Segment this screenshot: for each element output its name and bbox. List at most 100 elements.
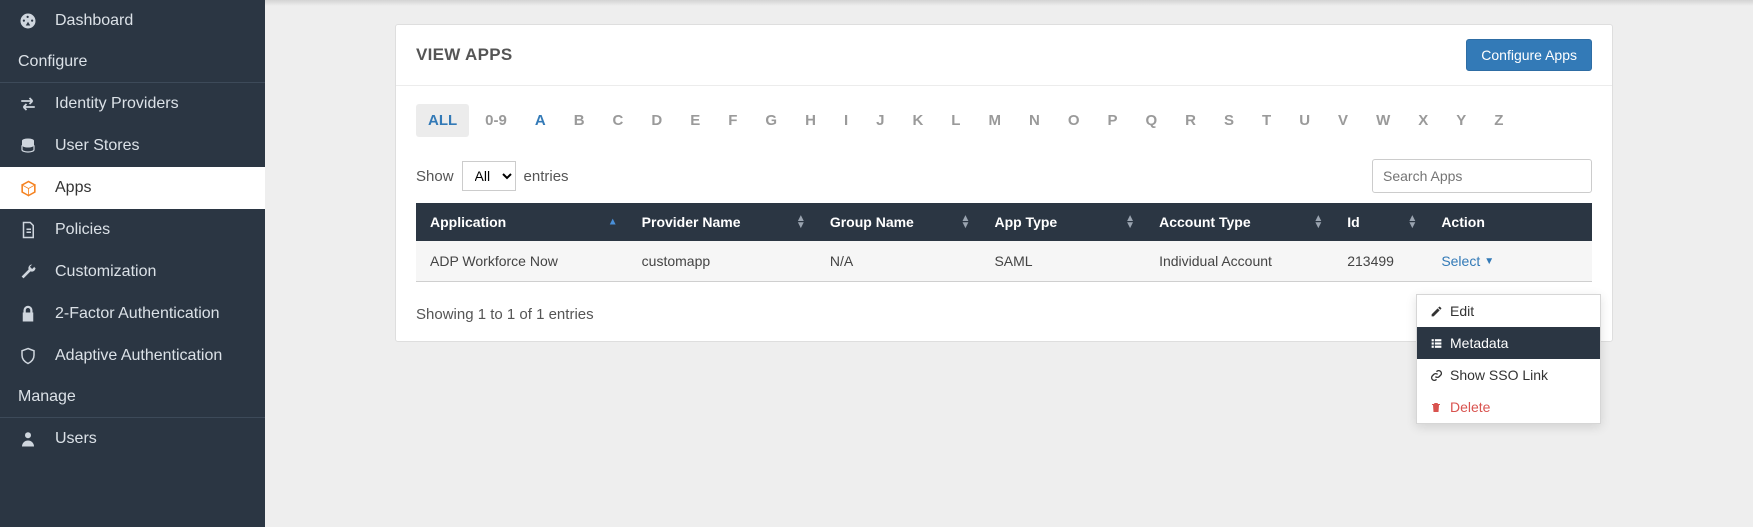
cell-action: Select ▼ [1427, 241, 1592, 282]
col-account-type[interactable]: Account Type ▲▼ [1145, 203, 1333, 241]
edit-icon [1429, 304, 1443, 318]
search-box [1372, 159, 1592, 193]
alpha-letter[interactable]: X [1406, 104, 1440, 137]
col-application[interactable]: Application ▲ [416, 203, 628, 241]
col-action: Action [1427, 203, 1592, 241]
action-dropdown: Edit Metadata Show SSO Link Delete [1416, 294, 1601, 424]
document-icon [18, 220, 38, 240]
select-action-link[interactable]: Select ▼ [1441, 253, 1494, 269]
sidebar-section-manage[interactable]: Manage [0, 377, 265, 417]
link-icon [1429, 368, 1443, 382]
caret-down-icon: ▼ [1484, 256, 1494, 267]
alpha-0-9[interactable]: 0-9 [473, 104, 519, 137]
alpha-letter[interactable]: U [1287, 104, 1322, 137]
cell-application: ADP Workforce Now [416, 241, 628, 282]
alpha-letter[interactable]: B [562, 104, 597, 137]
alpha-letter[interactable]: F [716, 104, 749, 137]
dropdown-delete-label: Delete [1450, 399, 1490, 415]
alpha-letter[interactable]: I [832, 104, 860, 137]
alpha-letter[interactable]: V [1326, 104, 1360, 137]
sidebar-item-label: Apps [55, 179, 91, 197]
alpha-all[interactable]: ALL [416, 104, 469, 137]
cube-icon [18, 178, 38, 198]
sidebar-item-label: Adaptive Authentication [55, 347, 222, 365]
table-controls: Show All entries [416, 159, 1592, 193]
alpha-letter[interactable]: J [864, 104, 896, 137]
col-app-type[interactable]: App Type ▲▼ [980, 203, 1145, 241]
alpha-letter[interactable]: S [1212, 104, 1246, 137]
sidebar-item-customization[interactable]: Customization [0, 251, 265, 293]
alpha-letter[interactable]: L [939, 104, 972, 137]
alpha-letter[interactable]: T [1250, 104, 1283, 137]
search-input[interactable] [1372, 159, 1592, 193]
sidebar-item-identity-providers[interactable]: Identity Providers [0, 83, 265, 125]
alpha-letter[interactable]: Z [1482, 104, 1515, 137]
alpha-letter[interactable]: N [1017, 104, 1052, 137]
col-id[interactable]: Id ▲▼ [1333, 203, 1427, 241]
cell-type: SAML [980, 241, 1145, 282]
alpha-letter[interactable]: C [601, 104, 636, 137]
entries-select[interactable]: All [462, 161, 516, 191]
sort-icon: ▲ [608, 219, 618, 226]
dropdown-edit-label: Edit [1450, 303, 1474, 319]
alpha-letter[interactable]: P [1095, 104, 1129, 137]
sidebar-item-label: Dashboard [55, 12, 133, 30]
swap-icon [18, 94, 38, 114]
sort-icon: ▲▼ [796, 215, 806, 229]
sidebar-item-adaptive-auth[interactable]: Adaptive Authentication [0, 335, 265, 377]
dropdown-metadata[interactable]: Metadata [1417, 327, 1600, 359]
sidebar-item-users[interactable]: Users [0, 418, 265, 460]
sidebar-item-label: Customization [55, 263, 156, 281]
alpha-letter[interactable]: Y [1444, 104, 1478, 137]
cell-provider: customapp [628, 241, 816, 282]
sidebar-item-apps[interactable]: Apps [0, 167, 265, 209]
alpha-letter[interactable]: K [900, 104, 935, 137]
alpha-letter[interactable]: Q [1134, 104, 1170, 137]
col-provider-name[interactable]: Provider Name ▲▼ [628, 203, 816, 241]
sidebar-section-configure[interactable]: Configure [0, 42, 265, 82]
alpha-letter[interactable]: D [639, 104, 674, 137]
show-label-pre: Show [416, 168, 454, 185]
alpha-letter[interactable]: A [523, 104, 558, 137]
alpha-letter[interactable]: M [976, 104, 1013, 137]
table-row: ADP Workforce Now customapp N/A SAML Ind… [416, 241, 1592, 282]
dropdown-edit[interactable]: Edit [1417, 295, 1600, 327]
sidebar-item-2fa[interactable]: 2-Factor Authentication [0, 293, 265, 335]
alpha-letter[interactable]: W [1364, 104, 1402, 137]
database-icon [18, 136, 38, 156]
sort-icon: ▲▼ [961, 215, 971, 229]
panel-header: VIEW APPS Configure Apps [396, 25, 1612, 86]
sidebar-item-label: Users [55, 430, 97, 448]
main-area: VIEW APPS Configure Apps ALL 0-9 A B C D… [265, 0, 1753, 527]
panel-title: VIEW APPS [416, 45, 513, 65]
sort-icon: ▲▼ [1313, 215, 1323, 229]
list-icon [1429, 336, 1443, 350]
sidebar-item-user-stores[interactable]: User Stores [0, 125, 265, 167]
sidebar-item-label: Identity Providers [55, 95, 179, 113]
alpha-letter[interactable]: H [793, 104, 828, 137]
show-label-post: entries [524, 168, 569, 185]
alpha-letter[interactable]: O [1056, 104, 1092, 137]
sidebar-item-dashboard[interactable]: Dashboard [0, 0, 265, 42]
sidebar-item-label: 2-Factor Authentication [55, 305, 220, 323]
trash-icon [1429, 400, 1443, 414]
configure-apps-button[interactable]: Configure Apps [1466, 39, 1592, 71]
showing-text: Showing 1 to 1 of 1 entries [416, 306, 594, 323]
show-entries: Show All entries [416, 161, 569, 191]
cell-id: 213499 [1333, 241, 1427, 282]
table-header-row: Application ▲ Provider Name ▲▼ Group Nam… [416, 203, 1592, 241]
dropdown-delete[interactable]: Delete [1417, 391, 1600, 423]
dropdown-sso-link[interactable]: Show SSO Link [1417, 359, 1600, 391]
alpha-filter: ALL 0-9 A B C D E F G H I J K L M N O [416, 104, 1592, 137]
cell-account: Individual Account [1145, 241, 1333, 282]
alpha-letter[interactable]: G [753, 104, 789, 137]
top-shadow [265, 0, 1753, 6]
alpha-letter[interactable]: E [678, 104, 712, 137]
apps-table: Application ▲ Provider Name ▲▼ Group Nam… [416, 203, 1592, 282]
sidebar-item-label: Policies [55, 221, 110, 239]
alpha-letter[interactable]: R [1173, 104, 1208, 137]
sidebar-item-policies[interactable]: Policies [0, 209, 265, 251]
sidebar-item-label: User Stores [55, 137, 139, 155]
sidebar: Dashboard Configure Identity Providers U… [0, 0, 265, 527]
col-group-name[interactable]: Group Name ▲▼ [816, 203, 981, 241]
